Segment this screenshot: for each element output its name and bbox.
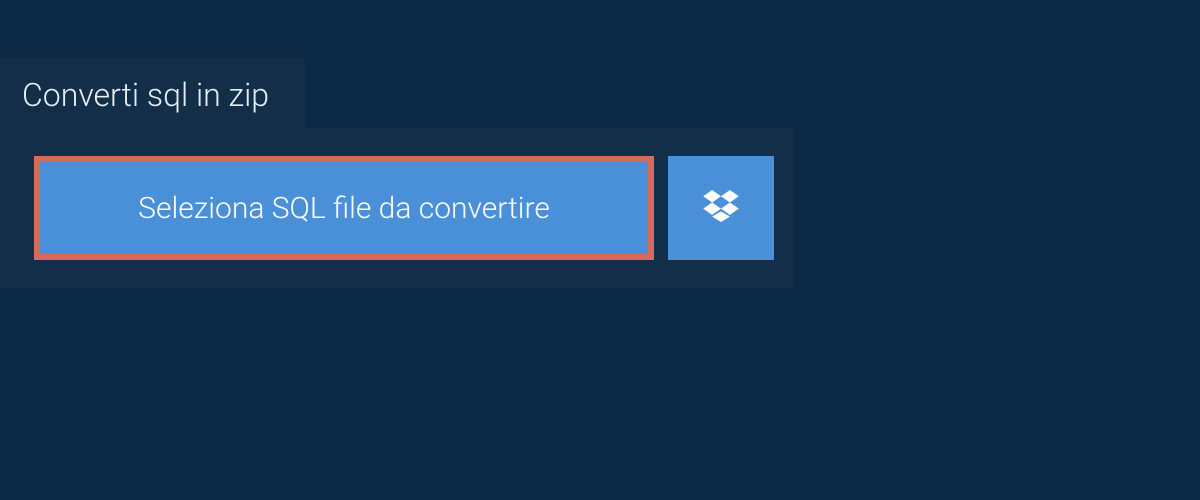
upload-panel: Seleziona SQL file da convertire <box>0 128 793 288</box>
dropbox-icon <box>703 190 739 226</box>
tab-convert[interactable]: Converti sql in zip <box>0 58 305 132</box>
select-file-button[interactable]: Seleziona SQL file da convertire <box>34 156 654 260</box>
tab-label: Converti sql in zip <box>22 76 269 114</box>
select-file-label: Seleziona SQL file da convertire <box>138 191 550 226</box>
dropbox-button[interactable] <box>668 156 774 260</box>
